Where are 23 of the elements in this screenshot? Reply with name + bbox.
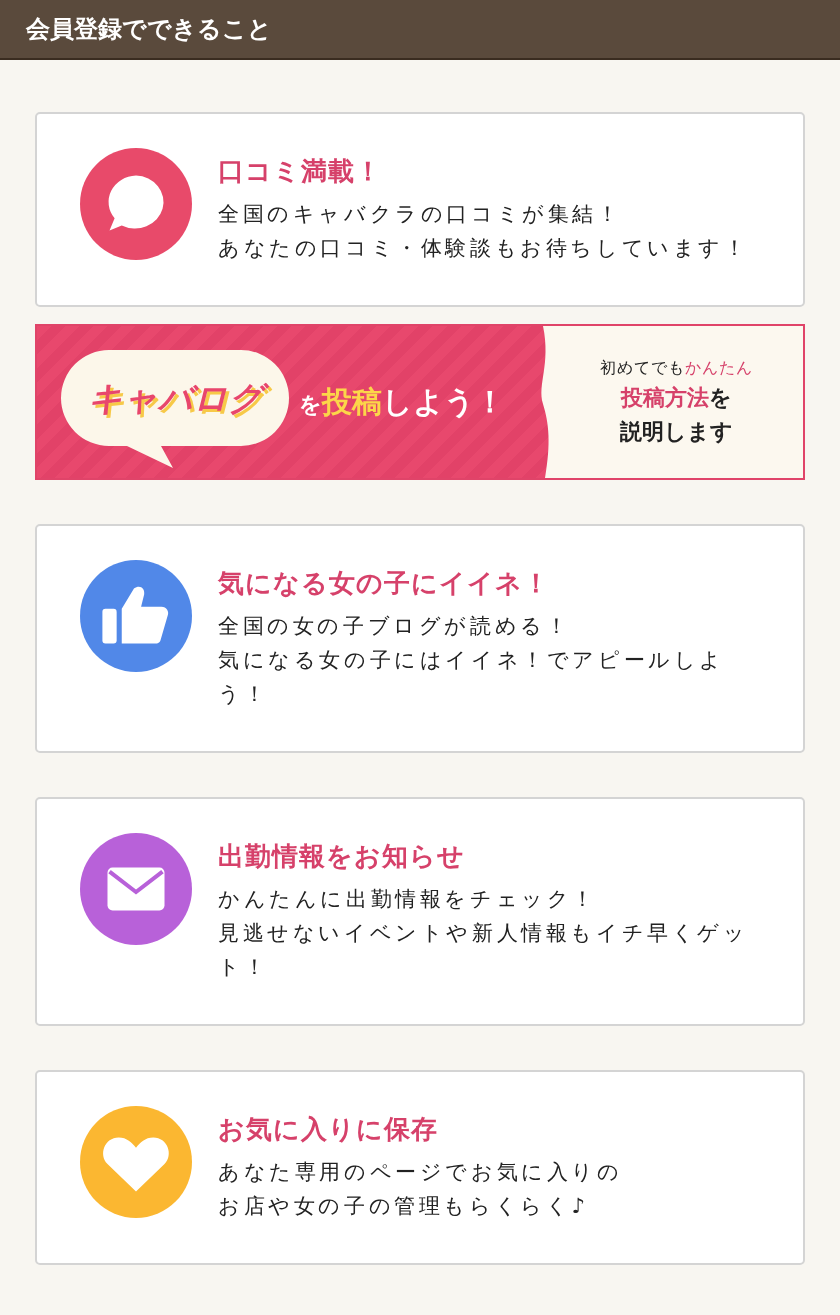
banner-headline: を xyxy=(299,391,322,419)
feature-description: あなたの口コミ・体験談もお待ちしています！ xyxy=(218,235,750,262)
feature-title: お気に入りに保存 xyxy=(218,1113,439,1146)
feature-description: かんたんに出勤情報をチェック！ xyxy=(218,886,598,913)
logo-text: キャバログ xyxy=(73,374,277,426)
banner-headline: 投稿 xyxy=(322,382,382,421)
banner-caption: 投稿方法 xyxy=(620,384,709,410)
feature-title: 出勤情報をお知らせ xyxy=(218,840,466,873)
feature-title: 口コミ満載！ xyxy=(218,155,383,188)
banner-headline: しよう！ xyxy=(382,382,505,421)
post-guide-banner[interactable]: キャバログ を投稿しよう！ 初めてでもかんたん 投稿方法を 説明します xyxy=(35,324,805,480)
feature-description: 見逃せないイベントや新人情報もイチ早くゲット！ xyxy=(218,920,750,981)
banner-caption: 説明します xyxy=(619,418,733,444)
feature-description: あなた専用のページでお気に入りの xyxy=(218,1159,624,1186)
banner-caption: 初めてでも xyxy=(599,357,685,377)
feature-description: 全国の女の子ブログが読める！ xyxy=(218,613,572,640)
feature-description: 全国のキャバクラの口コミが集結！ xyxy=(218,201,623,228)
banner-caption: かんたん xyxy=(684,357,753,377)
feature-description: お店や女の子の管理もらくらく♪ xyxy=(218,1193,590,1220)
feature-description: 気になる女の子にはイイネ！でアピールしよう！ xyxy=(218,647,726,708)
banner-caption: を xyxy=(708,384,732,410)
feature-title: 気になる女の子にイイネ！ xyxy=(218,567,551,600)
page-title: 会員登録でできること xyxy=(26,14,272,45)
